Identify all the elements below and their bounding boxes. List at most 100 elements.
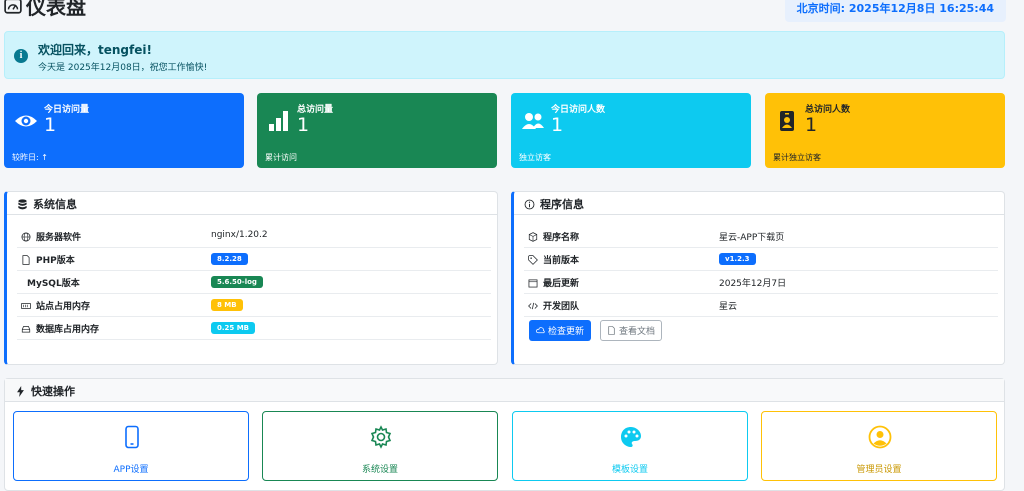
stat-footer: 累计独立访客: [773, 153, 821, 162]
info-value: nginx/1.20.2: [211, 230, 268, 240]
person-badge-icon: [780, 111, 794, 131]
info-row: 服务器软件 nginx/1.20.2: [17, 224, 491, 248]
speedometer-icon: [4, 0, 22, 14]
phone-icon: [125, 425, 139, 449]
tag-icon: [528, 254, 538, 265]
mysql-version-badge: 5.6.50-log: [211, 276, 263, 288]
info-key: 开发团队: [528, 299, 579, 312]
quick-actions-header: 快速操作: [5, 379, 1004, 402]
stat-value: 1: [805, 114, 818, 136]
welcome-greeting: 欢迎回来，tengfei!: [38, 43, 152, 57]
template-settings-button[interactable]: 模板设置: [512, 411, 748, 481]
lightning-icon: [17, 385, 24, 397]
version-badge: v1.2.3: [719, 253, 756, 265]
info-row: 数据库占用内存 0.25 MB: [17, 316, 491, 340]
info-key-text: 最后更新: [543, 279, 580, 289]
card-title: 系统信息: [17, 196, 77, 212]
users-icon: [522, 113, 544, 129]
welcome-subtitle: 今天是 2025年12月08日，祝您工作愉快!: [38, 63, 208, 73]
card-title: 程序信息: [524, 196, 584, 212]
info-row: 开发团队 星云: [524, 293, 998, 317]
info-row: 当前版本 v1.2.3: [524, 247, 998, 271]
hdd-icon: [21, 325, 31, 332]
info-key: 站点占用内存: [21, 299, 90, 312]
cloud-download-icon: [536, 327, 545, 334]
info-value: 2025年12月7日: [719, 279, 787, 289]
card-title-text: 快速操作: [31, 385, 75, 398]
info-key-text: 数据库占用内存: [36, 325, 100, 335]
php-version-badge: 8.2.28: [211, 253, 248, 265]
info-icon: i: [14, 49, 28, 63]
info-key-text: 站点占用内存: [36, 302, 91, 312]
stat-value: 1: [44, 114, 57, 136]
palette-icon: [621, 427, 641, 447]
info-key: 程序名称: [528, 230, 579, 243]
info-row: PHP版本 8.2.28: [17, 247, 491, 271]
database-icon: [18, 198, 27, 209]
info-row: MySQL版本 5.6.50-log: [17, 270, 491, 294]
header: 仪表盘 北京时间: 2025年12月8日 16:25:44: [0, 0, 1024, 22]
info-key-text: PHP版本: [36, 256, 75, 266]
info-value: 星云: [719, 302, 738, 312]
view-docs-label: 查看文档: [618, 327, 655, 337]
divider: [7, 214, 497, 215]
info-key-text: 开发团队: [543, 302, 580, 312]
check-update-button[interactable]: 检查更新: [529, 320, 591, 341]
calendar-icon: [528, 279, 538, 287]
info-value: 星云-APP下载页: [719, 233, 785, 243]
eye-icon: [15, 115, 37, 127]
file-code-icon: [22, 254, 30, 265]
db-memory-badge: 0.25 MB: [211, 322, 256, 334]
stat-footer: 较昨日: ↑: [12, 153, 48, 162]
view-docs-button[interactable]: 查看文档: [600, 320, 662, 341]
info-key-text: 程序名称: [543, 233, 580, 243]
stat-card-today-visitors: 今日访问人数 1 独立访客: [511, 93, 751, 168]
user-circle-icon: [868, 425, 892, 449]
page-title: 仪表盘: [4, 0, 86, 20]
card-title: 快速操作: [15, 383, 75, 399]
stat-footer: 累计访问: [265, 153, 297, 162]
app-settings-button[interactable]: APP设置: [13, 411, 249, 481]
card-title-text: 系统信息: [33, 198, 77, 211]
welcome-alert: i 欢迎回来，tengfei! 今天是 2025年12月08日，祝您工作愉快!: [4, 31, 1005, 79]
stat-footer: 独立访客: [519, 153, 551, 162]
info-key: 数据库占用内存: [21, 322, 99, 335]
site-memory-badge: 8 MB: [211, 299, 243, 311]
info-key: 服务器软件: [21, 230, 81, 243]
system-info-card: 系统信息 服务器软件 nginx/1.20.2 PHP版本 8.2.28 MyS…: [4, 191, 498, 365]
page-title-text: 仪表盘: [26, 0, 86, 19]
info-row: 最后更新 2025年12月7日: [524, 270, 998, 294]
info-key: PHP版本: [21, 253, 75, 266]
box-icon: [528, 231, 538, 242]
info-key-text: MySQL版本: [27, 279, 80, 289]
quick-action-label: 系统设置: [361, 465, 398, 475]
card-title-text: 程序信息: [540, 198, 584, 211]
memory-icon: [21, 302, 31, 309]
quick-action-label: 模板设置: [611, 465, 648, 475]
system-settings-button[interactable]: 系统设置: [262, 411, 498, 481]
info-circle-icon: [524, 199, 535, 209]
divider: [514, 214, 1004, 215]
stat-value: 1: [551, 114, 564, 136]
program-info-card: 程序信息 程序名称 星云-APP下载页 当前版本 v1.2.3 最后更新 202…: [511, 191, 1005, 365]
info-key: 最后更新: [528, 276, 579, 289]
file-text-icon: [608, 326, 615, 335]
info-row: 站点占用内存 8 MB: [17, 293, 491, 317]
stat-card-total-visitors: 总访问人数 1 累计独立访客: [765, 93, 1005, 168]
check-update-label: 检查更新: [547, 327, 584, 337]
gear-icon: [370, 425, 392, 449]
info-key-text: 当前版本: [543, 256, 580, 266]
info-key-text: 服务器软件: [36, 233, 82, 243]
stat-value: 1: [297, 114, 310, 136]
quick-action-label: 管理员设置: [856, 465, 902, 475]
quick-actions-card: 快速操作 APP设置 系统设置 模板设置 管理员设置: [4, 378, 1005, 491]
code-icon: [528, 302, 538, 309]
info-key: MySQL版本: [27, 276, 80, 289]
server-icon: [21, 232, 31, 241]
info-row: 程序名称 星云-APP下载页: [524, 224, 998, 248]
info-key: 当前版本: [528, 253, 579, 266]
bar-chart-icon: [269, 111, 288, 131]
stat-card-total-visits: 总访问量 1 累计访问: [257, 93, 497, 168]
admin-settings-button[interactable]: 管理员设置: [761, 411, 997, 481]
quick-action-label: APP设置: [113, 465, 149, 475]
